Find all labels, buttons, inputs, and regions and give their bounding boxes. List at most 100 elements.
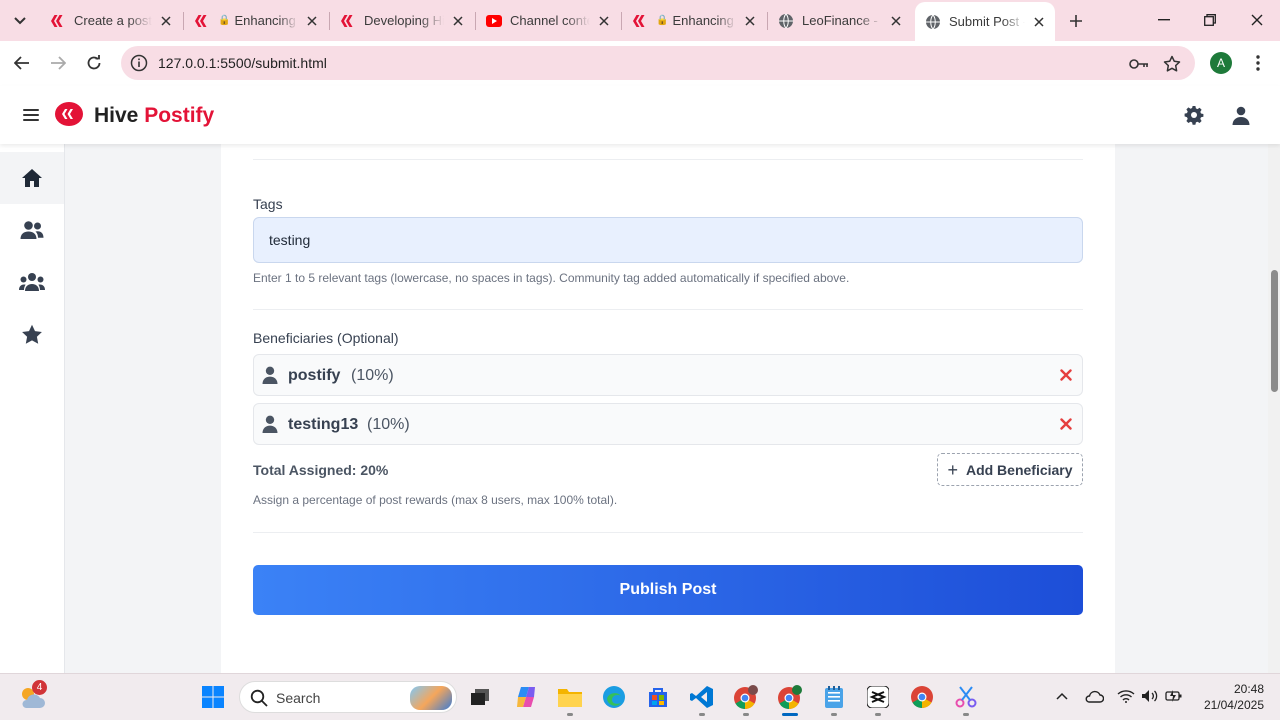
hive-icon (50, 13, 66, 29)
bookmark-star-icon[interactable] (1162, 54, 1182, 74)
remove-beneficiary-x-icon[interactable] (1056, 414, 1076, 434)
running-indicator (963, 713, 969, 716)
brand-name[interactable]: Hive Postify (94, 104, 214, 128)
back-arrow-icon[interactable] (8, 49, 36, 77)
user-account-icon[interactable] (1230, 104, 1252, 126)
close-icon[interactable] (158, 13, 174, 29)
close-icon[interactable] (742, 13, 758, 29)
file-explorer-icon[interactable] (555, 682, 585, 712)
add-beneficiary-label: Add Beneficiary (965, 461, 1073, 478)
close-window-icon[interactable] (1245, 8, 1269, 32)
sidebar-item-home[interactable] (0, 152, 64, 204)
system-clock[interactable]: 20:48 21/04/2025 (1192, 681, 1264, 713)
minimize-icon[interactable] (1152, 8, 1176, 32)
tab-title: Submit Post - Hive (949, 14, 1025, 29)
browser-tab-1[interactable]: 🔒 Enhancing Hive (184, 4, 328, 37)
tab-title: Developing Hive (364, 13, 444, 28)
taskbar-search[interactable]: Search (239, 681, 457, 713)
chrome-profile-icon[interactable] (731, 682, 761, 712)
tab-title: Create a post (74, 13, 152, 28)
section-divider (253, 532, 1083, 533)
add-beneficiary-button[interactable]: + Add Beneficiary (937, 453, 1083, 486)
total-assigned: Total Assigned: 20% (253, 462, 389, 478)
profile-avatar[interactable]: A (1210, 52, 1232, 74)
hive-logo-icon (54, 101, 84, 127)
show-hidden-icons-chevron-up-icon[interactable] (1052, 686, 1072, 706)
edge-browser-icon[interactable] (599, 682, 629, 712)
browser-tab-strip: Create a post 🔒 Enhancing Hive Developin… (0, 0, 1280, 41)
clock-date: 21/04/2025 (1203, 698, 1264, 712)
lock-icon: 🔒 (218, 15, 231, 26)
sidebar-item-following[interactable] (0, 204, 64, 256)
community-icon (19, 273, 45, 291)
site-info-icon[interactable] (129, 53, 149, 73)
windows-start-icon[interactable] (198, 682, 228, 712)
running-indicator (743, 713, 749, 716)
snipping-tool-icon[interactable] (951, 682, 981, 712)
tab-title: LeoFinance - Hive (802, 13, 882, 28)
sidebar-item-favorites[interactable] (0, 308, 64, 360)
chrome-active-icon[interactable] (775, 682, 805, 712)
restore-icon[interactable] (1198, 8, 1222, 32)
sidebar (0, 144, 65, 673)
browser-tab-0[interactable]: Create a post (40, 4, 182, 37)
close-icon[interactable] (888, 13, 904, 29)
chrome-icon[interactable] (907, 682, 937, 712)
page-scrollbar-thumb[interactable] (1271, 270, 1278, 392)
tab-title: Enhancing Hive (234, 13, 298, 28)
app-header: Hive Postify (0, 86, 1280, 144)
wifi-icon[interactable] (1116, 686, 1136, 706)
lock-icon: 🔒 (656, 15, 669, 26)
browser-tab-2[interactable]: Developing Hive (330, 4, 474, 37)
beneficiary-percent: (10%) (351, 367, 394, 384)
battery-charging-icon[interactable] (1164, 686, 1184, 706)
forward-arrow-icon[interactable] (44, 49, 72, 77)
publish-post-button[interactable]: Publish Post (253, 565, 1083, 615)
vscode-icon[interactable] (687, 682, 717, 712)
volume-icon[interactable] (1140, 686, 1160, 706)
search-placeholder: Search (276, 690, 321, 706)
tab-search-chevron-icon[interactable] (8, 9, 32, 33)
remove-beneficiary-x-icon[interactable] (1056, 365, 1076, 385)
reload-icon[interactable] (80, 49, 108, 77)
tags-input[interactable] (253, 217, 1083, 263)
windows-taskbar: 4 Search 20:48 21/04/2025 (0, 673, 1280, 720)
close-icon[interactable] (596, 13, 612, 29)
beneficiary-name: testing13 (288, 416, 359, 433)
task-view-icon[interactable] (465, 682, 495, 712)
capcut-icon[interactable] (863, 682, 893, 712)
browser-tab-4[interactable]: 🔒 Enhancing Hive (622, 4, 766, 37)
beneficiary-name: postify (288, 367, 341, 384)
star-icon (22, 324, 42, 344)
brand-main: Hive (94, 104, 139, 127)
settings-gear-icon[interactable] (1183, 104, 1205, 126)
search-icon (250, 689, 268, 707)
home-icon (22, 169, 42, 187)
notepad-icon[interactable] (819, 682, 849, 712)
brand-accent: Postify (144, 104, 215, 127)
password-key-icon[interactable] (1129, 54, 1149, 74)
microsoft-store-icon[interactable] (643, 682, 673, 712)
browser-tab-3[interactable]: Channel content (476, 4, 620, 37)
submit-form-card: Tags Enter 1 to 5 relevant tags (lowerca… (221, 144, 1115, 673)
beneficiary-row: testing13 (10%) (253, 403, 1083, 445)
address-bar[interactable]: 127.0.0.1:5500/submit.html (121, 46, 1195, 80)
copilot-icon[interactable] (511, 682, 541, 712)
browser-tab-active[interactable]: Submit Post - Hive (915, 2, 1055, 41)
browser-toolbar: 127.0.0.1:5500/submit.html A (0, 41, 1280, 86)
close-icon[interactable] (1031, 14, 1047, 30)
beneficiaries-label: Beneficiaries (Optional) (253, 330, 399, 346)
beneficiary-row: postify (10%) (253, 354, 1083, 396)
close-icon[interactable] (450, 13, 466, 29)
page-scrollbar-track[interactable] (1268, 144, 1280, 673)
sidebar-item-communities[interactable] (0, 256, 64, 308)
close-icon[interactable] (304, 13, 320, 29)
new-tab-plus-icon[interactable] (1064, 9, 1088, 33)
tags-label: Tags (253, 196, 283, 212)
browser-tab-5[interactable]: LeoFinance - Hive (768, 4, 912, 37)
running-indicator (875, 713, 881, 716)
notification-badge: 4 (32, 680, 47, 695)
onedrive-cloud-icon[interactable] (1084, 686, 1104, 706)
more-menu-icon[interactable] (1248, 53, 1268, 73)
hamburger-menu-icon[interactable] (20, 104, 42, 126)
